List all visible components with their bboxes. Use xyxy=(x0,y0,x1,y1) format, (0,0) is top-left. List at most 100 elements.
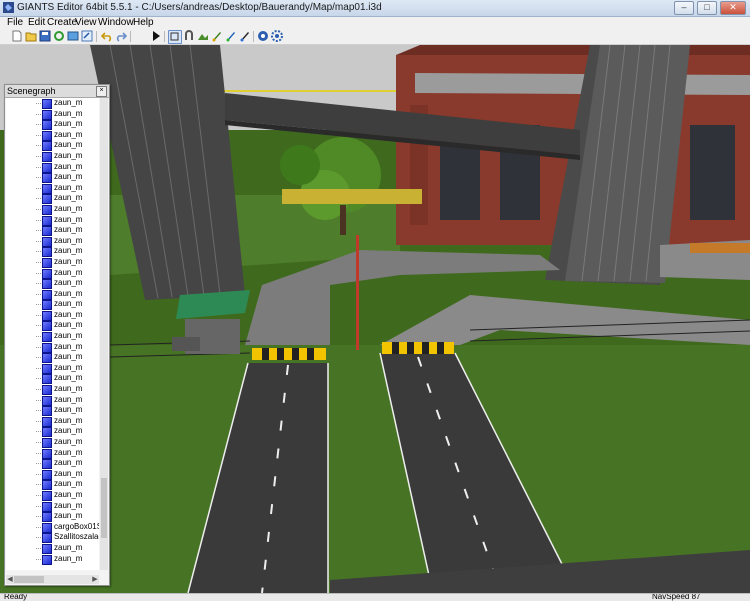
select-tool-icon[interactable] xyxy=(168,30,182,44)
scenegraph-node[interactable]: zaun_m xyxy=(6,151,99,162)
scenegraph-node[interactable]: zaun_m xyxy=(6,246,99,258)
scenegraph-node[interactable]: zaun_m xyxy=(6,395,99,406)
color-paint-icon[interactable] xyxy=(239,30,251,42)
scenegraph-node[interactable]: zaun_m xyxy=(6,469,99,480)
scenegraph-node[interactable]: zaun_m xyxy=(6,448,99,459)
export-icon[interactable] xyxy=(81,30,93,42)
menu-view[interactable]: View xyxy=(75,17,97,29)
scenegraph-node[interactable]: zaun_m xyxy=(6,183,99,194)
tree-connector xyxy=(36,410,41,412)
scenegraph-node[interactable]: zaun_m xyxy=(6,384,99,396)
redo-icon[interactable] xyxy=(115,30,127,42)
scenegraph-node[interactable]: cargoBox01St xyxy=(6,522,99,533)
scenegraph-node[interactable]: zaun_m xyxy=(6,310,99,321)
scenegraph-horizontal-scrollbar[interactable]: ◀ ▶ xyxy=(6,575,99,584)
undo-icon[interactable] xyxy=(101,30,113,42)
scenegraph-node[interactable]: zaun_m xyxy=(6,215,99,226)
scenegraph-node[interactable]: zaun_m xyxy=(6,172,99,184)
scenegraph-node[interactable]: zaun_m xyxy=(6,320,99,332)
scenegraph-node[interactable]: zaun_m xyxy=(6,257,99,268)
tree-connector xyxy=(36,304,41,306)
maximize-button[interactable]: □ xyxy=(697,1,717,15)
scenegraph-node[interactable]: zaun_m xyxy=(6,236,99,247)
close-button[interactable]: ✕ xyxy=(720,1,746,15)
foliage-paint-icon[interactable] xyxy=(225,30,237,42)
scenegraph-node[interactable]: zaun_m xyxy=(6,458,99,470)
scenegraph-node[interactable]: zaun_m xyxy=(6,204,99,215)
magnet-icon[interactable] xyxy=(183,30,195,42)
scenegraph-node[interactable]: zaun_m xyxy=(6,119,99,131)
shape-node-icon xyxy=(42,151,52,162)
scroll-right-arrow-icon[interactable]: ▶ xyxy=(91,575,99,584)
scenegraph-node[interactable]: zaun_m xyxy=(6,109,99,120)
scenegraph-node[interactable]: zaun_m xyxy=(6,511,99,523)
terrain-sculpt-icon[interactable] xyxy=(197,30,209,42)
menu-file[interactable]: File xyxy=(7,17,23,29)
scenegraph-close-button[interactable]: × xyxy=(96,86,107,97)
scenegraph-node[interactable]: zaun_m xyxy=(6,363,99,374)
scenegraph-node[interactable]: Szallitoszalag xyxy=(6,532,99,544)
scenegraph-node[interactable]: zaun_m xyxy=(6,554,99,565)
tree-connector xyxy=(36,240,41,243)
toolbar xyxy=(0,29,750,45)
menu-create[interactable]: Create xyxy=(47,17,77,29)
scenegraph-node[interactable]: zaun_m xyxy=(6,278,99,290)
scenegraph-node-label: zaun_m xyxy=(54,511,83,521)
shape-node-icon xyxy=(42,257,52,268)
scenegraph-node[interactable]: zaun_m xyxy=(6,130,99,141)
tree-connector xyxy=(36,251,41,253)
shape-node-icon xyxy=(42,194,52,205)
scenegraph-node-label: zaun_m xyxy=(54,256,83,266)
scenegraph-node[interactable]: zaun_m xyxy=(6,352,99,364)
scenegraph-node-label: zaun_m xyxy=(54,384,83,394)
menu-window[interactable]: Window xyxy=(98,17,134,29)
scenegraph-node[interactable]: zaun_m xyxy=(6,501,99,512)
reload-icon[interactable] xyxy=(67,30,79,42)
scenegraph-node[interactable]: zaun_m xyxy=(6,479,99,491)
scenegraph-node[interactable]: zaun_m xyxy=(6,193,99,205)
menu-edit[interactable]: Edit xyxy=(28,17,45,29)
scenegraph-node[interactable]: zaun_m xyxy=(6,490,99,501)
info-icon[interactable] xyxy=(257,30,269,42)
save-icon[interactable] xyxy=(39,30,51,42)
scrollbar-thumb[interactable] xyxy=(101,478,107,538)
scenegraph-node[interactable]: zaun_m xyxy=(6,289,99,300)
scenegraph-node[interactable]: zaun_m xyxy=(6,225,99,237)
title-bar: GIANTS Editor 64bit 5.5.1 - C:/Users/and… xyxy=(0,0,750,17)
refresh-icon[interactable] xyxy=(53,30,65,42)
scenegraph-node[interactable]: zaun_m xyxy=(6,437,99,448)
scenegraph-node-label: zaun_m xyxy=(54,288,83,298)
scenegraph-node[interactable]: zaun_m xyxy=(6,331,99,343)
open-icon[interactable] xyxy=(25,30,37,42)
scenegraph-node[interactable]: zaun_m xyxy=(6,342,99,353)
scenegraph-node[interactable]: zaun_m xyxy=(6,405,99,417)
scenegraph-node[interactable]: zaun_m xyxy=(6,426,99,438)
scenegraph-node[interactable]: zaun_m xyxy=(6,543,99,554)
scrollbar-thumb[interactable] xyxy=(14,576,44,583)
scenegraph-node[interactable]: zaun_m xyxy=(6,373,99,385)
settings-icon[interactable] xyxy=(271,30,283,42)
terrain-paint-icon[interactable] xyxy=(211,30,223,42)
scenegraph-node[interactable]: zaun_m xyxy=(6,299,99,311)
scenegraph-tree[interactable]: zaun_m zaun_m zaun_m zaun_m zaun_m zaun_m zaun… xyxy=(6,98,99,570)
tree-connector xyxy=(36,346,41,349)
tree-connector xyxy=(36,145,41,147)
scenegraph-node-label: zaun_m xyxy=(54,214,83,224)
scenegraph-node[interactable]: zaun_m xyxy=(6,140,99,152)
shape-node-icon xyxy=(42,300,52,311)
scenegraph-node-label: zaun_m xyxy=(54,341,83,351)
scenegraph-node[interactable]: zaun_m xyxy=(6,416,99,427)
scenegraph-node-label: zaun_m xyxy=(54,331,83,341)
scenegraph-node[interactable]: zaun_m xyxy=(6,98,99,109)
minimize-button[interactable]: – xyxy=(674,1,694,15)
scenegraph-vertical-scrollbar[interactable] xyxy=(100,98,108,570)
play-icon[interactable] xyxy=(150,30,162,42)
tree-connector xyxy=(36,431,41,433)
3d-viewport[interactable] xyxy=(0,45,750,593)
scenegraph-node[interactable]: zaun_m xyxy=(6,162,99,173)
new-icon[interactable] xyxy=(11,30,23,42)
menu-help[interactable]: Help xyxy=(133,17,154,29)
scroll-left-arrow-icon[interactable]: ◀ xyxy=(6,575,14,584)
scenegraph-node[interactable]: zaun_m xyxy=(6,268,99,279)
giants-app-icon xyxy=(3,2,14,13)
